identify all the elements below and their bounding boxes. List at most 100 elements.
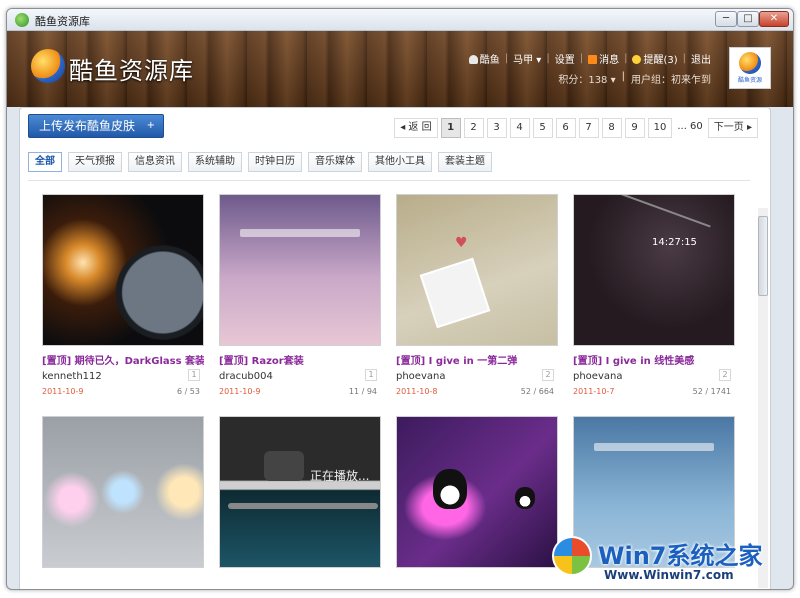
site-header: 酷鱼资源库 酷鱼 | 马甲 ▾ | 设置 | 消息 | 提醒(3) | 退出 积…: [7, 31, 793, 107]
skin-thumbnail[interactable]: [42, 416, 204, 568]
plus-icon: +: [146, 120, 155, 131]
messages-label: 消息: [599, 55, 620, 66]
reminder-label: 提醒(3): [643, 55, 678, 66]
skin-thumbnail[interactable]: [219, 194, 381, 346]
user-link[interactable]: 酷鱼: [468, 51, 500, 66]
mail-icon: [588, 55, 598, 64]
penguin-icon: [433, 469, 467, 509]
prev-page-button[interactable]: ◂ 返 回: [394, 118, 438, 138]
avatar[interactable]: 酷鱼资源: [729, 47, 771, 89]
upload-skin-button[interactable]: 上传发布酷鱼皮肤 +: [28, 114, 164, 138]
page-button[interactable]: 5: [532, 118, 553, 138]
brand-title[interactable]: 酷鱼资源库: [69, 51, 194, 86]
skin-title[interactable]: [置顶] I give in 线性美感: [573, 352, 735, 367]
user-icon: [468, 55, 478, 64]
skin-date: 2011-10-9: [219, 387, 261, 396]
logout-link[interactable]: 退出: [691, 51, 711, 66]
skin-stats: 11 / 94: [348, 387, 377, 396]
upload-label: 上传发布酷鱼皮肤: [39, 119, 136, 133]
tab-themes[interactable]: 套装主题: [438, 152, 492, 172]
skin-thumbnail[interactable]: [42, 194, 204, 346]
nav-divider: |: [621, 71, 625, 82]
skin-date: 2011-10-8: [396, 387, 438, 396]
divider: [28, 180, 750, 181]
version-badge: 1: [365, 369, 377, 381]
page-button[interactable]: 8: [601, 118, 622, 138]
skin-card[interactable]: [置顶] 期待已久，DarkGlass 套装 kenneth112 1 2011…: [38, 190, 204, 402]
tab-news[interactable]: 信息资讯: [128, 152, 182, 172]
skin-stats: 52 / 1741: [692, 387, 731, 396]
skin-title[interactable]: [置顶] I give in 一第二弹: [396, 352, 558, 367]
player-slider: [228, 503, 378, 509]
avatar-logo-icon: [739, 52, 761, 74]
skin-author[interactable]: phoevana: [573, 371, 622, 382]
points-menu[interactable]: 积分：138 ▾: [558, 71, 615, 86]
skin-card[interactable]: ♥ [置顶] I give in 一第二弹 phoevana 2 2011-10…: [392, 190, 558, 402]
tab-other[interactable]: 其他小工具: [368, 152, 432, 172]
page-button[interactable]: 9: [624, 118, 645, 138]
skin-card[interactable]: 正在播放...: [215, 412, 381, 589]
tab-weather[interactable]: 天气预报: [68, 152, 122, 172]
line-decoration: [597, 195, 711, 228]
user-name: 酷鱼: [479, 55, 500, 66]
skin-thumbnail[interactable]: ♥: [396, 194, 558, 346]
avatar-caption: 酷鱼资源: [737, 77, 762, 84]
messages-link[interactable]: 消息: [588, 51, 619, 66]
maximize-button[interactable]: □: [737, 11, 759, 27]
page-button[interactable]: 7: [578, 118, 599, 138]
skin-thumbnail[interactable]: 正在播放...: [219, 416, 381, 568]
skin-author[interactable]: phoevana: [396, 371, 445, 382]
skin-title[interactable]: [置顶] 期待已久，DarkGlass 套装: [42, 352, 204, 367]
title-bar: 酷鱼资源库 ─ □ ✕: [7, 9, 793, 31]
tab-all[interactable]: 全部: [28, 152, 62, 172]
page-button[interactable]: 1: [440, 118, 461, 138]
alias-menu[interactable]: 马甲 ▾: [513, 51, 541, 66]
page-button[interactable]: 3: [486, 118, 507, 138]
nav-divider: |: [682, 53, 686, 64]
skin-date: 2011-10-7: [573, 387, 615, 396]
reminder-link[interactable]: 提醒(3): [632, 51, 678, 66]
version-badge: 2: [719, 369, 731, 381]
skin-stats: 52 / 664: [520, 387, 554, 396]
skin-author[interactable]: kenneth112: [42, 371, 102, 382]
penguin-icon: [515, 487, 535, 509]
page-button[interactable]: 6: [555, 118, 576, 138]
widget-bar: [594, 443, 714, 451]
skin-thumbnail[interactable]: [396, 416, 558, 568]
version-badge: 1: [188, 369, 200, 381]
minimize-button[interactable]: ─: [715, 11, 737, 27]
user-nav: 酷鱼 | 马甲 ▾ | 设置 | 消息 | 提醒(3) | 退出: [468, 51, 711, 66]
close-button[interactable]: ✕: [759, 11, 789, 27]
nav-divider: |: [624, 53, 628, 64]
page-button[interactable]: 2: [463, 118, 484, 138]
skin-stats: 6 / 53: [176, 387, 200, 396]
app-icon: [15, 13, 29, 27]
nav-divider: |: [546, 53, 550, 64]
skin-thumbnail[interactable]: 14:27:15: [573, 194, 735, 346]
skin-author[interactable]: dracub004: [219, 371, 273, 382]
next-page-button[interactable]: 下一页 ▸: [707, 118, 758, 138]
windows-logo-icon: [552, 536, 592, 576]
skin-card[interactable]: [392, 412, 558, 589]
settings-link[interactable]: 设置: [555, 51, 575, 66]
skin-card[interactable]: 14:27:15 [置顶] I give in 线性美感 phoevana 2 …: [569, 190, 735, 402]
skin-card[interactable]: [置顶] Razor套装 dracub004 1 2011-10-9 11 / …: [215, 190, 381, 402]
widget-bar: [240, 229, 360, 237]
page-button[interactable]: 4: [509, 118, 530, 138]
main-content: 上传发布酷鱼皮肤 + ◂ 返 回 1 2 3 4 5 6 7 8 9 10 ..…: [19, 107, 771, 589]
fish-logo-icon[interactable]: [31, 49, 65, 83]
window-title: 酷鱼资源库: [35, 15, 90, 28]
nav-divider: |: [504, 53, 509, 64]
last-page-button[interactable]: ... 60: [675, 118, 705, 138]
tab-media[interactable]: 音乐媒体: [308, 152, 362, 172]
category-tabs: 全部 天气预报 信息资讯 系统辅助 时钟日历 音乐媒体 其他小工具 套装主题: [28, 152, 492, 172]
tab-system[interactable]: 系统辅助: [188, 152, 242, 172]
page-button[interactable]: 10: [647, 118, 673, 138]
tab-clock[interactable]: 时钟日历: [248, 152, 302, 172]
app-window: 酷鱼资源库 ─ □ ✕ 酷鱼资源库 酷鱼 | 马甲 ▾ | 设置 | 消息 | …: [6, 8, 794, 590]
skin-card[interactable]: [38, 412, 204, 589]
scrollbar-thumb[interactable]: [758, 216, 768, 296]
pagination: ◂ 返 回 1 2 3 4 5 6 7 8 9 10 ... 60 下一页 ▸: [394, 118, 758, 138]
skin-title[interactable]: [置顶] Razor套装: [219, 352, 381, 367]
player-status: 正在播放...: [310, 469, 370, 483]
